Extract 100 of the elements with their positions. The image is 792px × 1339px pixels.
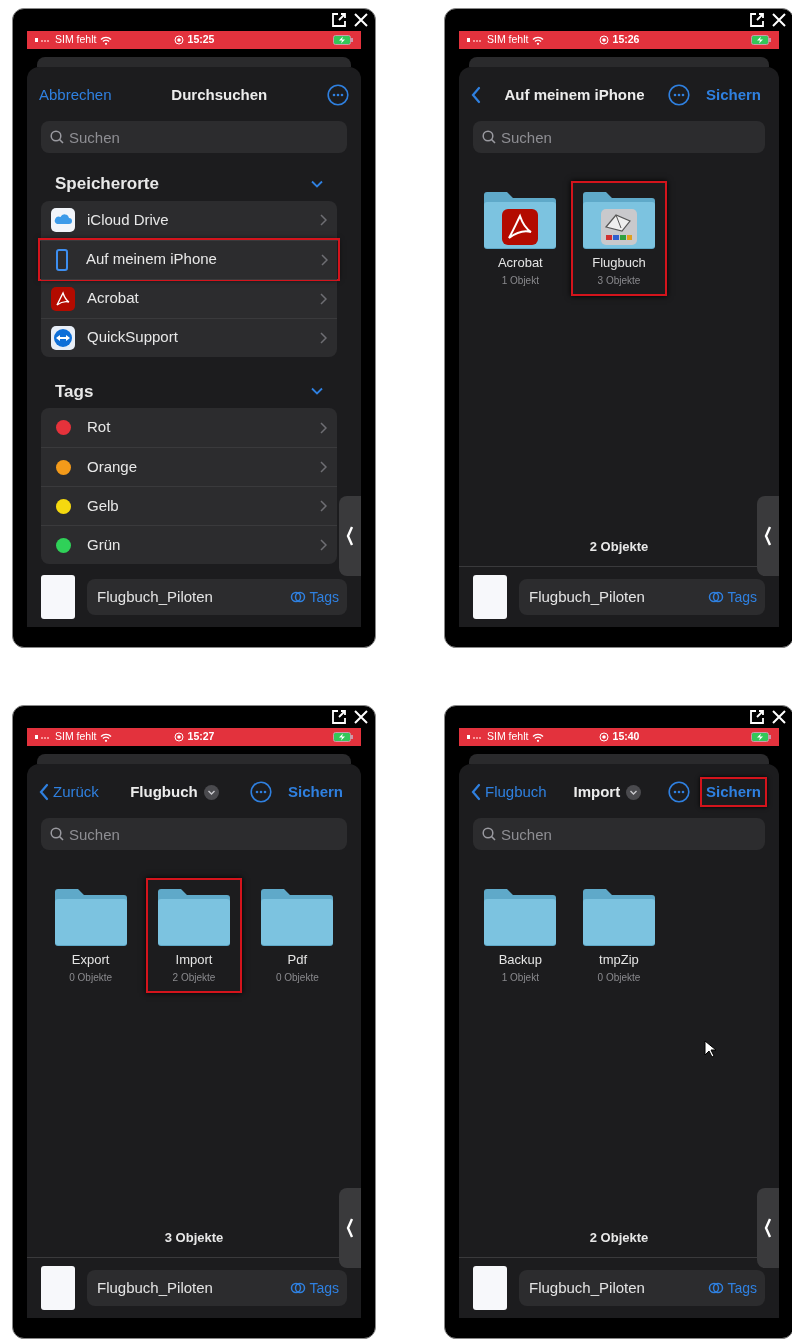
more-icon[interactable] (667, 781, 690, 803)
save-button[interactable]: Sichern (699, 776, 767, 808)
folder-tile[interactable]: Export 0 Objekte (42, 878, 139, 993)
folder-icon (482, 888, 559, 946)
nav-title: Auf meinem iPhone (504, 84, 645, 105)
tag-circles-icon (708, 1282, 725, 1294)
list-row[interactable]: Acrobat (41, 278, 337, 318)
folder-name: Pdf (287, 951, 308, 969)
list-row[interactable]: Gelb (41, 486, 337, 525)
dropdown-icon[interactable] (203, 784, 219, 800)
close-button[interactable] (353, 12, 369, 28)
close-button[interactable] (771, 709, 787, 725)
folder-tile[interactable]: Import 2 Objekte (146, 878, 242, 993)
lock-rotation-icon (598, 35, 609, 45)
chevron-right-icon (319, 331, 327, 344)
lock-rotation-icon (173, 35, 184, 45)
close-icon (353, 709, 369, 725)
close-icon (771, 12, 787, 28)
list-row[interactable]: QuickSupport (41, 317, 337, 357)
search-field[interactable]: Suchen (41, 121, 347, 153)
chevron-right-icon (319, 539, 327, 551)
folder-tile[interactable]: Flugbuch 3 Objekte (571, 181, 667, 296)
chevron-right-icon (319, 421, 327, 434)
chevron-left-icon (346, 1218, 354, 1239)
row-label: iCloud Drive (87, 209, 170, 230)
clock-time: 15:26 (612, 32, 640, 48)
cloud-icon (51, 208, 75, 232)
object-count: 2 Objekte (589, 1228, 649, 1247)
row-label: Acrobat (87, 288, 140, 309)
tags-button[interactable]: Tags (708, 1277, 757, 1299)
close-button[interactable] (353, 709, 369, 725)
list-row[interactable]: iCloud Drive (41, 200, 337, 240)
row-label: Gelb (87, 495, 120, 516)
side-handle[interactable] (339, 1188, 361, 1269)
popout-button[interactable] (749, 709, 765, 725)
clock-time: 15:27 (187, 729, 215, 745)
tag-circles-icon (290, 591, 307, 603)
tags-button[interactable]: Tags (708, 586, 757, 608)
external-link-icon (331, 12, 347, 28)
battery-icon (333, 732, 353, 742)
tags-button[interactable]: Tags (290, 1277, 339, 1299)
popout-button[interactable] (331, 12, 347, 28)
close-icon (771, 709, 787, 725)
search-field[interactable]: Suchen (41, 818, 347, 850)
folder-tile[interactable]: Acrobat 1 Objekt (472, 181, 569, 296)
wifi-icon (532, 35, 545, 45)
nav-title: Import (573, 781, 621, 802)
save-button[interactable]: Sichern (699, 79, 767, 111)
item-count: 1 Objekt (501, 970, 539, 985)
filename-field[interactable]: Flugbuch_Piloten Tags (87, 579, 347, 615)
lock-rotation-icon (598, 732, 609, 742)
tags-button[interactable]: Tags (290, 586, 339, 608)
list-row[interactable]: Grün (41, 525, 337, 564)
search-field[interactable]: Suchen (473, 121, 765, 153)
more-icon[interactable] (667, 84, 690, 106)
filename-text: Flugbuch_Piloten (529, 1277, 645, 1298)
folder-tile[interactable]: tmpZip 0 Objekte (571, 878, 667, 993)
more-icon[interactable] (327, 84, 349, 106)
side-handle[interactable] (757, 495, 779, 576)
popout-button[interactable] (749, 12, 765, 28)
section-title: Speicherorte (55, 173, 159, 195)
item-count: 2 Objekte (172, 970, 216, 985)
dropdown-icon[interactable] (626, 784, 642, 800)
more-icon[interactable] (249, 781, 272, 803)
search-field[interactable]: Suchen (473, 818, 765, 850)
back-button[interactable]: Flugbuch (471, 780, 547, 804)
filename-field[interactable]: Flugbuch_Piloten Tags (87, 1270, 347, 1306)
list-row[interactable]: Rot (41, 408, 337, 447)
signal-icon (467, 37, 483, 43)
folder-name: Import (175, 951, 213, 969)
item-count: 3 Objekte (597, 273, 641, 288)
folder-icon (259, 888, 336, 946)
external-link-icon (749, 12, 765, 28)
filename-field[interactable]: Flugbuch_Piloten Tags (519, 1270, 765, 1306)
list-row[interactable]: Auf meinem iPhone (40, 239, 338, 279)
popout-button[interactable] (331, 709, 347, 725)
signal-icon (35, 734, 51, 740)
back-button[interactable]: Zurück (39, 780, 99, 804)
chevron-right-icon (320, 253, 328, 266)
side-handle[interactable] (339, 495, 361, 576)
close-icon (353, 12, 369, 28)
nav-title: Flugbuch (130, 781, 198, 802)
chevron-down-icon[interactable] (311, 387, 323, 396)
folder-tile[interactable]: Pdf 0 Objekte (249, 878, 346, 993)
chevron-down-icon[interactable] (311, 179, 323, 188)
folder-name: tmpZip (599, 951, 639, 969)
close-button[interactable] (771, 12, 787, 28)
filename-field[interactable]: Flugbuch_Piloten Tags (519, 579, 765, 615)
carrier-label: SIM fehlt (487, 729, 529, 745)
folder-icon (52, 888, 129, 946)
row-label: Orange (87, 456, 139, 477)
list-row[interactable]: Orange (41, 447, 337, 486)
back-button[interactable] (471, 86, 481, 104)
folder-icon (156, 888, 232, 946)
save-button[interactable]: Sichern (281, 776, 349, 808)
side-handle[interactable] (757, 1188, 779, 1269)
file-thumbnail (473, 1266, 507, 1310)
cancel-button[interactable]: Abbrechen (39, 83, 112, 107)
folder-tile[interactable]: Backup 1 Objekt (472, 878, 569, 993)
chevron-left-icon (346, 525, 354, 546)
